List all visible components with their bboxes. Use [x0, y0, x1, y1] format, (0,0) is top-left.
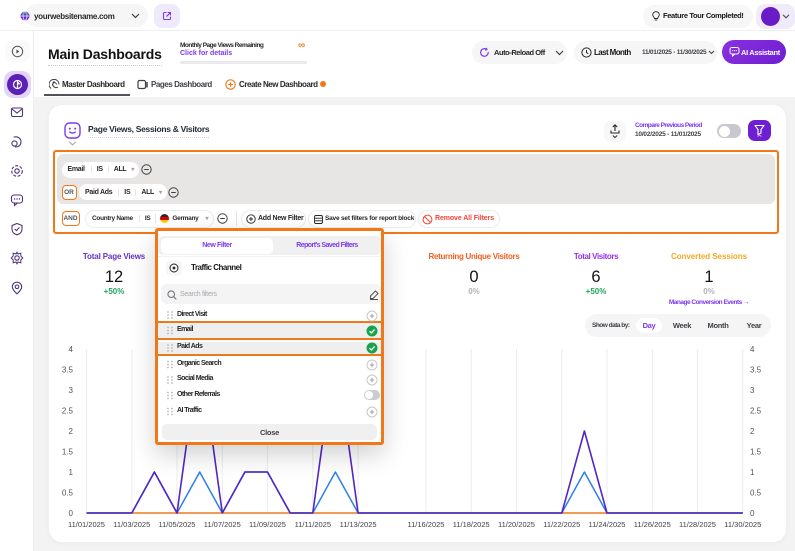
svg-text:11/28/2025: 11/28/2025	[679, 520, 716, 529]
svg-text:3.5: 3.5	[750, 366, 762, 375]
svg-text:3.5: 3.5	[62, 366, 74, 375]
svg-text:11/30/2025: 11/30/2025	[724, 520, 761, 529]
svg-text:11/03/2025: 11/03/2025	[113, 520, 150, 529]
svg-text:1.5: 1.5	[750, 448, 762, 457]
svg-text:11/13/2025: 11/13/2025	[340, 520, 377, 529]
svg-text:11/24/2025: 11/24/2025	[589, 520, 626, 529]
svg-text:2: 2	[69, 427, 74, 436]
svg-text:4: 4	[69, 345, 74, 354]
svg-text:11/09/2025: 11/09/2025	[249, 520, 286, 529]
svg-text:0.5: 0.5	[750, 489, 762, 498]
svg-text:11/18/2025: 11/18/2025	[453, 520, 490, 529]
svg-text:11/22/2025: 11/22/2025	[543, 520, 580, 529]
svg-text:3: 3	[69, 386, 74, 395]
svg-text:1.5: 1.5	[62, 448, 74, 457]
svg-text:1: 1	[750, 468, 755, 477]
svg-text:11/20/2025: 11/20/2025	[498, 520, 535, 529]
svg-text:4: 4	[750, 345, 755, 354]
svg-text:0: 0	[69, 509, 74, 518]
svg-text:11/16/2025: 11/16/2025	[408, 520, 445, 529]
svg-text:1: 1	[69, 468, 74, 477]
svg-text:0: 0	[750, 509, 755, 518]
svg-text:0.5: 0.5	[62, 489, 74, 498]
svg-text:3: 3	[750, 386, 755, 395]
svg-text:11/01/2025: 11/01/2025	[68, 520, 105, 529]
svg-text:11/26/2025: 11/26/2025	[634, 520, 671, 529]
svg-text:2: 2	[750, 427, 755, 436]
svg-text:2.5: 2.5	[750, 407, 762, 416]
svg-text:11/07/2025: 11/07/2025	[204, 520, 241, 529]
svg-text:2.5: 2.5	[62, 407, 74, 416]
svg-text:11/11/2025: 11/11/2025	[295, 520, 331, 529]
svg-text:11/05/2025: 11/05/2025	[159, 520, 196, 529]
